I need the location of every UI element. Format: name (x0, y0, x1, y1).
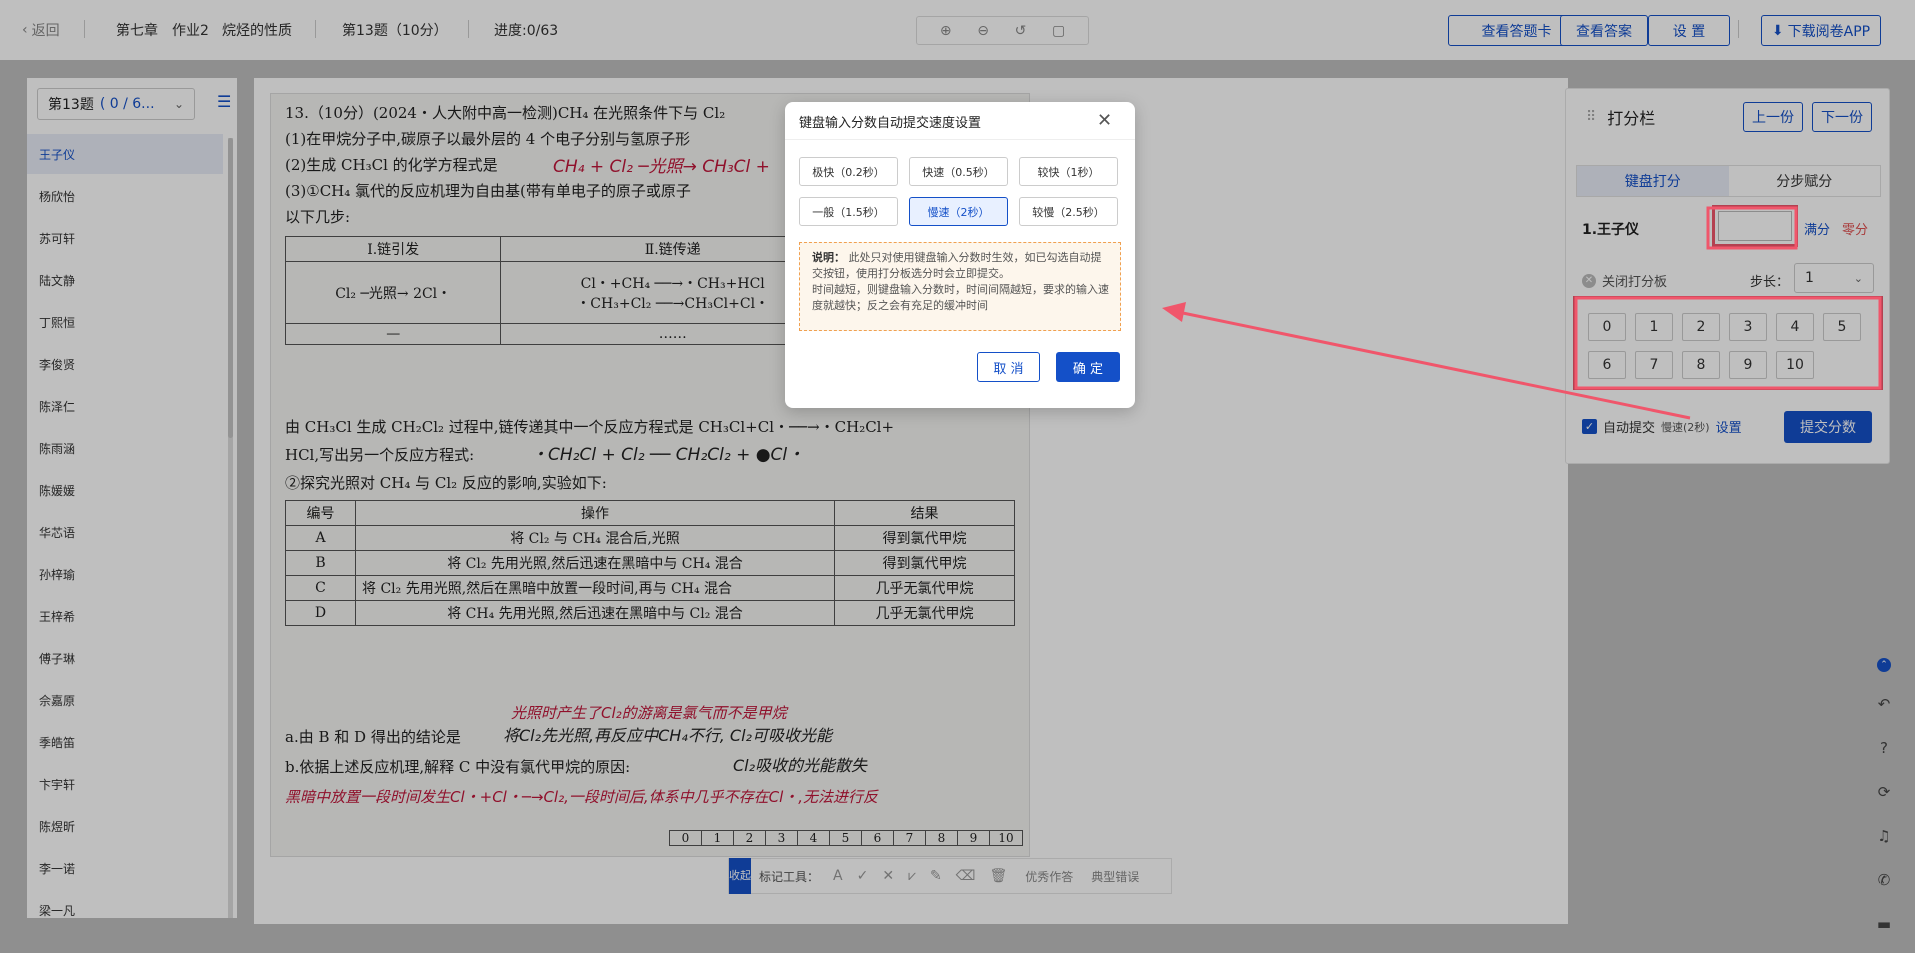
auto-submit-speed-dialog: 键盘输入分数自动提交速度设置 ✕ 极快（0.2秒） 快速（0.5秒） 较快（1秒） 一… (785, 102, 1135, 408)
confirm-button[interactable]: 确 定 (1056, 352, 1120, 382)
speed-option[interactable]: 快速（0.5秒） (909, 157, 1008, 186)
speed-option[interactable]: 较慢（2.5秒） (1019, 197, 1118, 226)
speed-option[interactable]: 极快（0.2秒） (799, 157, 898, 186)
cancel-button[interactable]: 取 消 (977, 352, 1040, 382)
dialog-title: 键盘输入分数自动提交速度设置 (799, 116, 982, 131)
close-icon[interactable]: ✕ (1097, 110, 1112, 131)
divider (785, 139, 1135, 140)
speed-option[interactable]: 慢速（2秒） (909, 197, 1008, 226)
speed-option[interactable]: 一般（1.5秒） (799, 197, 898, 226)
speed-option[interactable]: 较快（1秒） (1019, 157, 1118, 186)
speed-note: 说明： 此处只对使用键盘输入分数时生效，如已勾选自动提交按钮，使用打分板选分时会… (799, 242, 1121, 331)
